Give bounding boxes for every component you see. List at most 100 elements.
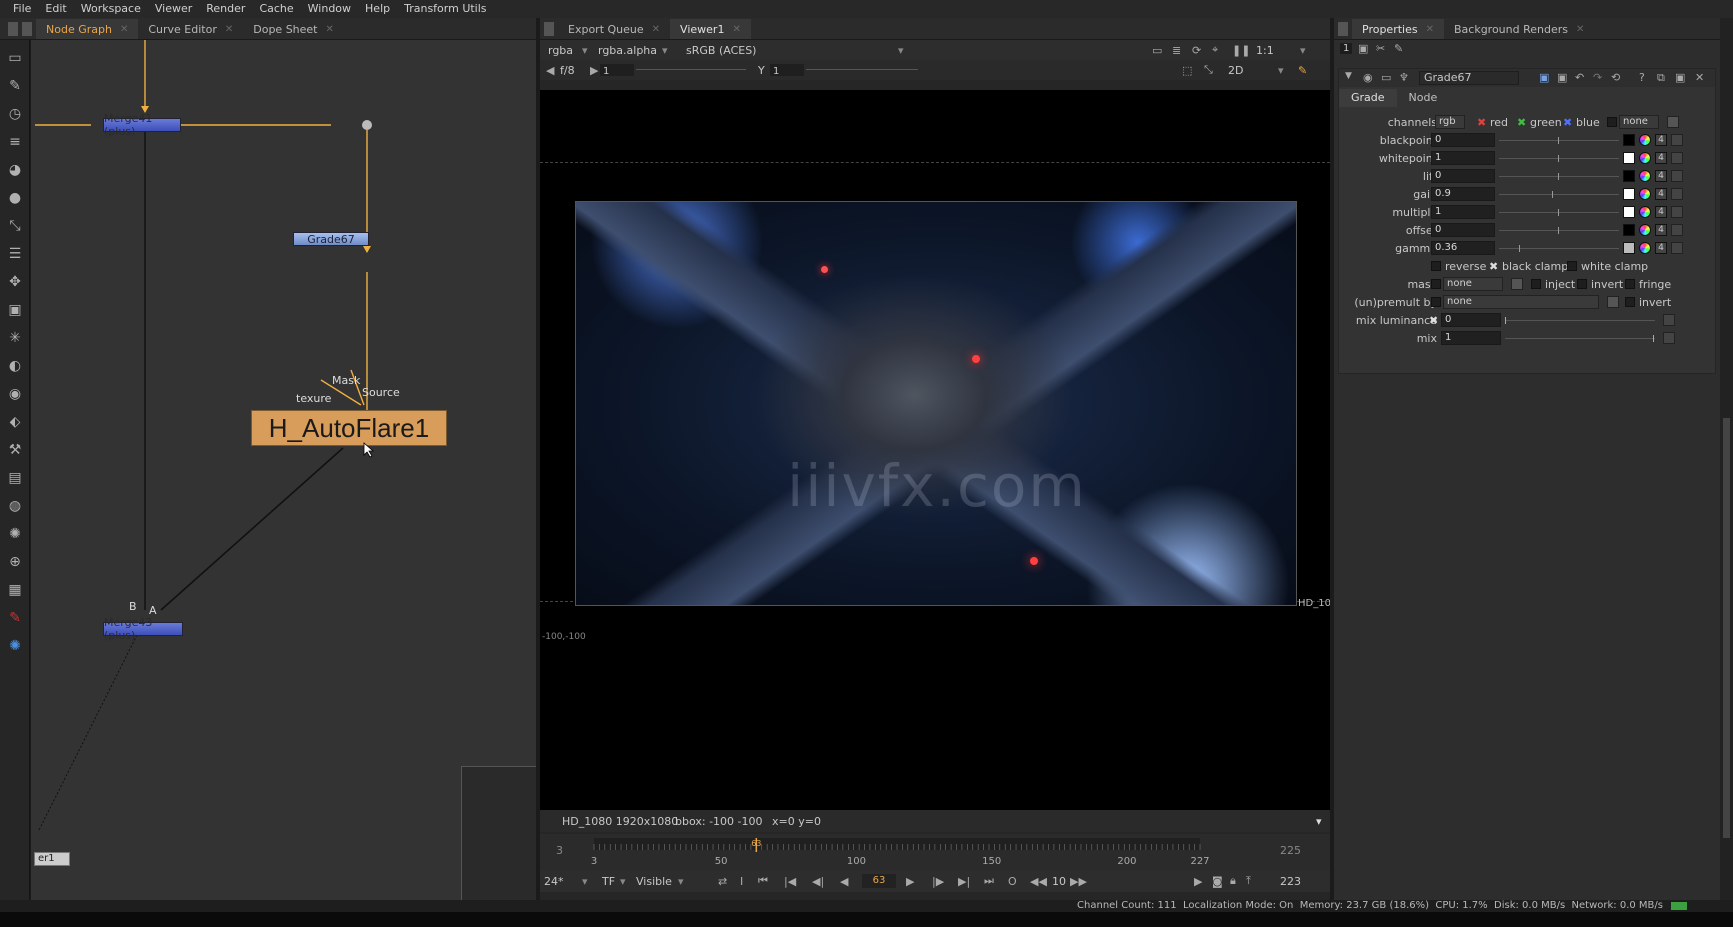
- lock-icon[interactable]: ▣: [1358, 42, 1368, 55]
- next-key-icon[interactable]: ▶|: [958, 875, 970, 888]
- menu-help[interactable]: Help: [358, 0, 397, 18]
- info-expand-icon[interactable]: ▾: [1316, 815, 1322, 828]
- fstop-left-icon[interactable]: ◀: [546, 64, 554, 77]
- edit-icon[interactable]: ✎: [1394, 42, 1403, 55]
- blackpoint-slider[interactable]: [1499, 133, 1619, 147]
- color-wheel-icon[interactable]: [1639, 170, 1651, 182]
- color-wheel-icon[interactable]: [1639, 134, 1651, 146]
- frame-field[interactable]: 63: [862, 874, 896, 888]
- export-icon[interactable]: ⤒: [1246, 874, 1251, 888]
- extra-channel-checkbox[interactable]: [1607, 117, 1617, 127]
- unpremult-checkbox[interactable]: [1431, 297, 1441, 307]
- transform-tool-icon[interactable]: ✥: [5, 272, 25, 292]
- undo-icon[interactable]: ↶: [1575, 71, 1584, 84]
- channel-menu-button[interactable]: [1667, 116, 1679, 128]
- panel-menu-icon[interactable]: [1338, 22, 1348, 36]
- panel-count-field[interactable]: 1: [1340, 43, 1353, 54]
- white-clamp-checkbox[interactable]: [1567, 261, 1577, 271]
- menu-edit[interactable]: Edit: [38, 0, 73, 18]
- curve-icon[interactable]: [1671, 242, 1683, 254]
- axis-icon[interactable]: ⤡: [1204, 63, 1213, 77]
- menu-viewer[interactable]: Viewer: [148, 0, 199, 18]
- play-reverse-icon[interactable]: ◀: [840, 875, 848, 888]
- out-point-icon[interactable]: O: [1008, 875, 1017, 888]
- step-forward-icon[interactable]: |▶: [932, 875, 944, 888]
- menu-transform-utils[interactable]: Transform Utils: [397, 0, 493, 18]
- gain-slider[interactable]: [636, 69, 746, 70]
- timeline[interactable]: 3 3 50 100 150 200 227 63 225: [540, 834, 1330, 870]
- grid-tool-icon[interactable]: ▦: [5, 580, 25, 600]
- mask-dropdown[interactable]: none: [1443, 277, 1503, 291]
- split-channels-button[interactable]: 4: [1655, 224, 1667, 236]
- node-partial[interactable]: er1: [34, 852, 70, 866]
- whitepoint-field[interactable]: 1: [1431, 151, 1495, 165]
- loop-icon[interactable]: ⇄: [718, 875, 727, 888]
- image-tool-icon[interactable]: ▭: [5, 48, 25, 68]
- mask-invert-checkbox[interactable]: [1577, 279, 1587, 289]
- draw-tool-icon[interactable]: ✎: [5, 76, 25, 96]
- plugin-tool-icon[interactable]: ✎: [5, 608, 25, 628]
- play-icon[interactable]: ▶: [906, 875, 914, 888]
- toolsets-tool-icon[interactable]: ⚒: [5, 440, 25, 460]
- min-icon[interactable]: ✂: [1376, 42, 1385, 55]
- roi-select-icon[interactable]: ⬚: [1182, 64, 1192, 77]
- tf-dropdown[interactable]: TF: [602, 875, 615, 888]
- fstop-label[interactable]: f/8: [560, 64, 575, 77]
- keyer-tool-icon[interactable]: ⤡: [5, 216, 25, 236]
- tab-export-queue[interactable]: Export Queue ✕: [558, 19, 670, 39]
- offset-slider-handle[interactable]: [1558, 227, 1559, 234]
- split-channels-button[interactable]: 4: [1655, 242, 1667, 254]
- tab-background-renders[interactable]: Background Renders ✕: [1444, 19, 1594, 39]
- timeline-out-frame[interactable]: 225: [1280, 844, 1301, 857]
- roi-icon[interactable]: ⌖: [1212, 43, 1218, 57]
- disable-icon[interactable]: ▣: [1557, 71, 1567, 84]
- blackpoint-slider-handle[interactable]: [1558, 137, 1559, 144]
- in-point-icon[interactable]: I: [740, 875, 743, 888]
- scrollbar-thumb[interactable]: [1723, 418, 1730, 838]
- mix-slider[interactable]: [1505, 331, 1655, 345]
- step-back-icon[interactable]: ◀|: [812, 875, 824, 888]
- link-icon[interactable]: ♆: [1399, 71, 1409, 84]
- visible-dropdown[interactable]: Visible: [636, 875, 672, 888]
- lift-slider-handle[interactable]: [1558, 173, 1559, 180]
- flare-tool-icon[interactable]: ✺: [5, 636, 25, 656]
- color-wheel-icon[interactable]: [1639, 206, 1651, 218]
- skip-back-icon[interactable]: ◀◀: [1030, 875, 1047, 888]
- whitepoint-color-swatch[interactable]: [1623, 152, 1635, 164]
- curve-icon[interactable]: [1663, 314, 1675, 326]
- tab-viewer1[interactable]: Viewer1 ✕: [670, 19, 751, 39]
- tab-grade[interactable]: Grade: [1339, 89, 1397, 107]
- particles-tool-icon[interactable]: ✳: [5, 328, 25, 348]
- blackpoint-color-swatch[interactable]: [1623, 134, 1635, 146]
- gain-field[interactable]: 1: [600, 64, 634, 77]
- panel-grip-icon[interactable]: [8, 22, 18, 36]
- channels-dropdown[interactable]: rgb: [1435, 115, 1465, 129]
- slider-handle[interactable]: [1653, 335, 1654, 342]
- offset-slider[interactable]: [1499, 223, 1619, 237]
- close-icon[interactable]: ✕: [326, 24, 334, 35]
- mix-luminance-check-icon[interactable]: ✖: [1429, 314, 1438, 327]
- close-icon[interactable]: ✕: [120, 24, 128, 35]
- go-end-icon[interactable]: ⏭: [984, 874, 994, 888]
- help-icon[interactable]: ?: [1639, 71, 1645, 84]
- mask-checkbox[interactable]: [1431, 279, 1441, 289]
- tab-node-graph[interactable]: Node Graph ✕: [36, 19, 139, 39]
- maximize-icon[interactable]: ▣: [1675, 71, 1685, 84]
- channels-dropdown[interactable]: rgba: [548, 44, 573, 57]
- zoom-dropdown[interactable]: 1:1: [1256, 44, 1274, 57]
- green-check-icon[interactable]: ✖: [1517, 116, 1526, 129]
- split-channels-button[interactable]: 4: [1655, 134, 1667, 146]
- blackpoint-field[interactable]: 0: [1431, 133, 1495, 147]
- lift-slider[interactable]: [1499, 169, 1619, 183]
- dot-node[interactable]: [362, 120, 372, 130]
- right-scrollbar[interactable]: [1720, 18, 1733, 900]
- red-check-icon[interactable]: ✖: [1477, 116, 1486, 129]
- record-icon[interactable]: ◙: [1212, 875, 1223, 888]
- flipbook-icon[interactable]: ▶: [1194, 875, 1202, 888]
- gamma-field[interactable]: 1: [770, 64, 804, 77]
- lift-field[interactable]: 0: [1431, 169, 1495, 183]
- mix-field[interactable]: 1: [1441, 331, 1501, 345]
- curve-icon[interactable]: [1671, 152, 1683, 164]
- node-merge43[interactable]: Merge43 (plus): [103, 616, 183, 642]
- merge-tool-icon[interactable]: ☰: [5, 244, 25, 264]
